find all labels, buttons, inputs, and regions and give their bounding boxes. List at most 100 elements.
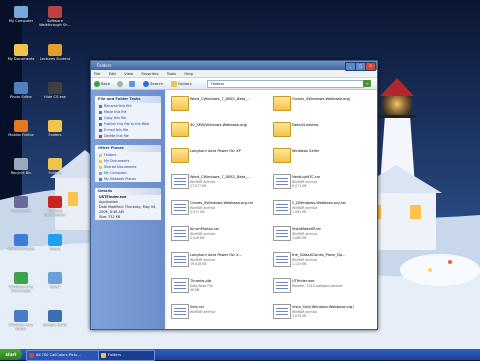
taskbar-task-folders[interactable]: Folders (98, 350, 155, 361)
desktop-icon[interactable]: My Documents (4, 44, 38, 61)
details-header[interactable]: Details (95, 188, 161, 195)
file-name: Detail/Listview (292, 123, 319, 127)
file-name: Vista_Skin(Windows.Webbase.org) (292, 305, 354, 309)
up-folder-button[interactable] (129, 80, 136, 87)
desktop-icon[interactable]: YouTube Downloader (38, 196, 72, 217)
desktop-app-icon (48, 158, 62, 170)
file-item[interactable]: Longhorn Aero Power For X... WinRAR archi… (171, 250, 271, 272)
desktop-icon[interactable]: My Computer (4, 6, 38, 23)
desktop-icon[interactable]: Photo Editor (4, 82, 38, 99)
desktop-icon-label: Folders (48, 171, 62, 175)
file-size: 1,063 KB (292, 210, 307, 214)
desktop-app-icon (48, 120, 62, 132)
menu-edit[interactable]: Edit (109, 71, 116, 76)
file-type: Reorder, 1010 software patcher (292, 284, 343, 288)
desktop-icon[interactable]: Software Walkthrough Sh... (38, 6, 72, 27)
file-item[interactable]: the_GlassXClones_Plane_Dp... WinRAR archi… (273, 250, 373, 272)
file-icon (273, 174, 291, 189)
desktop-app-icon (48, 310, 62, 322)
folder-icon (171, 96, 189, 111)
file-size: 2,028 KB (190, 236, 205, 240)
file-name: Longhorn Aero Power For XP (190, 149, 241, 153)
file-size: 1,120 KB (292, 262, 307, 266)
file-name: the_GlassXClones_Plane_Dp... (292, 253, 346, 257)
file-item[interactable]: KirumPhotos.rar WinRAR archive 2,028 KB (171, 224, 271, 246)
address-bar[interactable]: Folders (207, 80, 364, 88)
file-type: WinRAR archive (190, 310, 216, 314)
file-name: NextLightTC.rar (292, 175, 321, 179)
desktop-app-icon (48, 82, 62, 94)
desktop-app-icon (14, 120, 28, 132)
desktop-icon[interactable]: Google Earth (38, 310, 72, 327)
file-name: Longhorn Aero Power For X... (190, 253, 243, 257)
folder-item[interactable]: Clones_XWindows.Webbase.org) (273, 94, 373, 116)
desktop-icon[interactable]: Windows Live Writer (4, 310, 38, 331)
details-size: Size: 752 KB (99, 215, 121, 219)
file-item[interactable]: Word_CWindows_7_DBS1_Beta_... WinRAR arch… (171, 172, 271, 194)
folder-item[interactable]: Word_CWindows_7_DBS1_Beta_... (171, 94, 271, 116)
task-delete[interactable]: Delete this file (95, 133, 161, 139)
menu-tools[interactable]: Tools (167, 71, 176, 76)
desktop-icon[interactable]: WindowsMedia (4, 234, 38, 251)
taskbar-task-pictures[interactable]: All 700 CaliColors Pictu... (26, 350, 105, 361)
desktop-app-icon (14, 44, 28, 56)
desktop-icon[interactable]: Windows Live Messenger (4, 272, 38, 293)
file-item[interactable]: C_DWindows.Webbase.org.rar WinRAR archive… (273, 198, 373, 220)
other-places-header[interactable]: Other Places (95, 145, 161, 152)
desktop-icon-label: Skype (49, 247, 61, 251)
file-icon (273, 304, 291, 319)
desktop-icon[interactable]: Mozilla Firefox (4, 120, 38, 137)
forward-arrow-icon (117, 81, 123, 87)
back-button[interactable]: Back (94, 80, 110, 87)
place-my-network[interactable]: My Network Places (95, 176, 161, 182)
folder-item[interactable]: Longhorn Aero Power For XP (171, 146, 271, 168)
close-button[interactable]: × (365, 62, 376, 71)
move-icon (99, 110, 102, 114)
file-item[interactable]: Thumbs.jdb Data Base File 46 KB (171, 276, 271, 298)
file-name: Clones_XWindows.Webbase.org.rar (190, 201, 254, 205)
desktop-icon[interactable]: Folders (38, 158, 72, 175)
file-item[interactable]: VistaMadeXP.rar WinRAR archive 1,080 KB (273, 224, 373, 246)
publish-icon (99, 122, 102, 126)
explorer-window[interactable]: Folders _ □ × File Edit View Favorites T… (90, 60, 378, 330)
file-icon (273, 226, 291, 241)
folder-item[interactable]: 30_SMS(Windows.Webbase.org) (171, 120, 271, 142)
desktop-icon[interactable]: Folders (38, 120, 72, 137)
desktop-icon[interactable]: PowerCope (4, 196, 38, 213)
file-item[interactable]: NextLightTC.rar WinRAR archive 6,071 KB (273, 172, 373, 194)
file-item[interactable]: Vista_Skin(Windows.Webbase.org) WinRAR ar… (273, 302, 373, 324)
folder-icon (171, 81, 177, 87)
menu-favorites[interactable]: Favorites (141, 71, 158, 76)
desktop-icon[interactable]: Safari (38, 272, 72, 289)
desktop-icon-label: YouTube Downloader (44, 209, 66, 218)
desktop-icon[interactable]: Skype (38, 234, 72, 251)
file-item[interactable]: Clones_XWindows.Webbase.org.rar WinRAR ar… (171, 198, 271, 220)
desktop-icon-label: Hide CS.exe (44, 95, 66, 99)
menu-file[interactable]: File (94, 71, 100, 76)
menu-help[interactable]: Help (184, 71, 193, 76)
folder-icon (99, 153, 102, 157)
forward-button[interactable] (117, 80, 124, 87)
folders-button[interactable]: Folders (171, 80, 192, 87)
folder-item[interactable]: Detail/Listview (273, 120, 373, 142)
folder-icon (273, 96, 291, 111)
desktop-icon[interactable]: Lectures Student (38, 44, 72, 61)
search-button[interactable]: Search (143, 80, 163, 87)
menu-view[interactable]: View (124, 71, 133, 76)
file-size: 46 KB (190, 288, 200, 292)
file-name: Windows Seller (292, 149, 320, 153)
folder-item[interactable]: Windows Seller (273, 146, 373, 168)
file-item[interactable]: UTfinder.exe Reorder, 1010 software patch… (273, 276, 373, 298)
file-name: C_DWindows.Webbase.org.rar (292, 201, 346, 205)
desktop-icon-label: PowerCope (10, 209, 32, 213)
start-button[interactable]: start (0, 349, 22, 360)
desktop-icon[interactable]: Hide CS.exe (38, 82, 72, 99)
file-tasks-header[interactable]: File and Folder Tasks (95, 96, 161, 103)
desktop-app-icon (14, 158, 28, 170)
desktop-icon[interactable]: Recycle Bin (4, 158, 38, 175)
folder-icon (171, 148, 189, 163)
file-item[interactable]: Sets.rar WinRAR archive (171, 302, 271, 324)
file-name: VistaMadeXP.rar (292, 227, 322, 231)
go-button[interactable]: → (363, 80, 371, 87)
window-titlebar[interactable]: Folders _ □ × (91, 61, 377, 71)
